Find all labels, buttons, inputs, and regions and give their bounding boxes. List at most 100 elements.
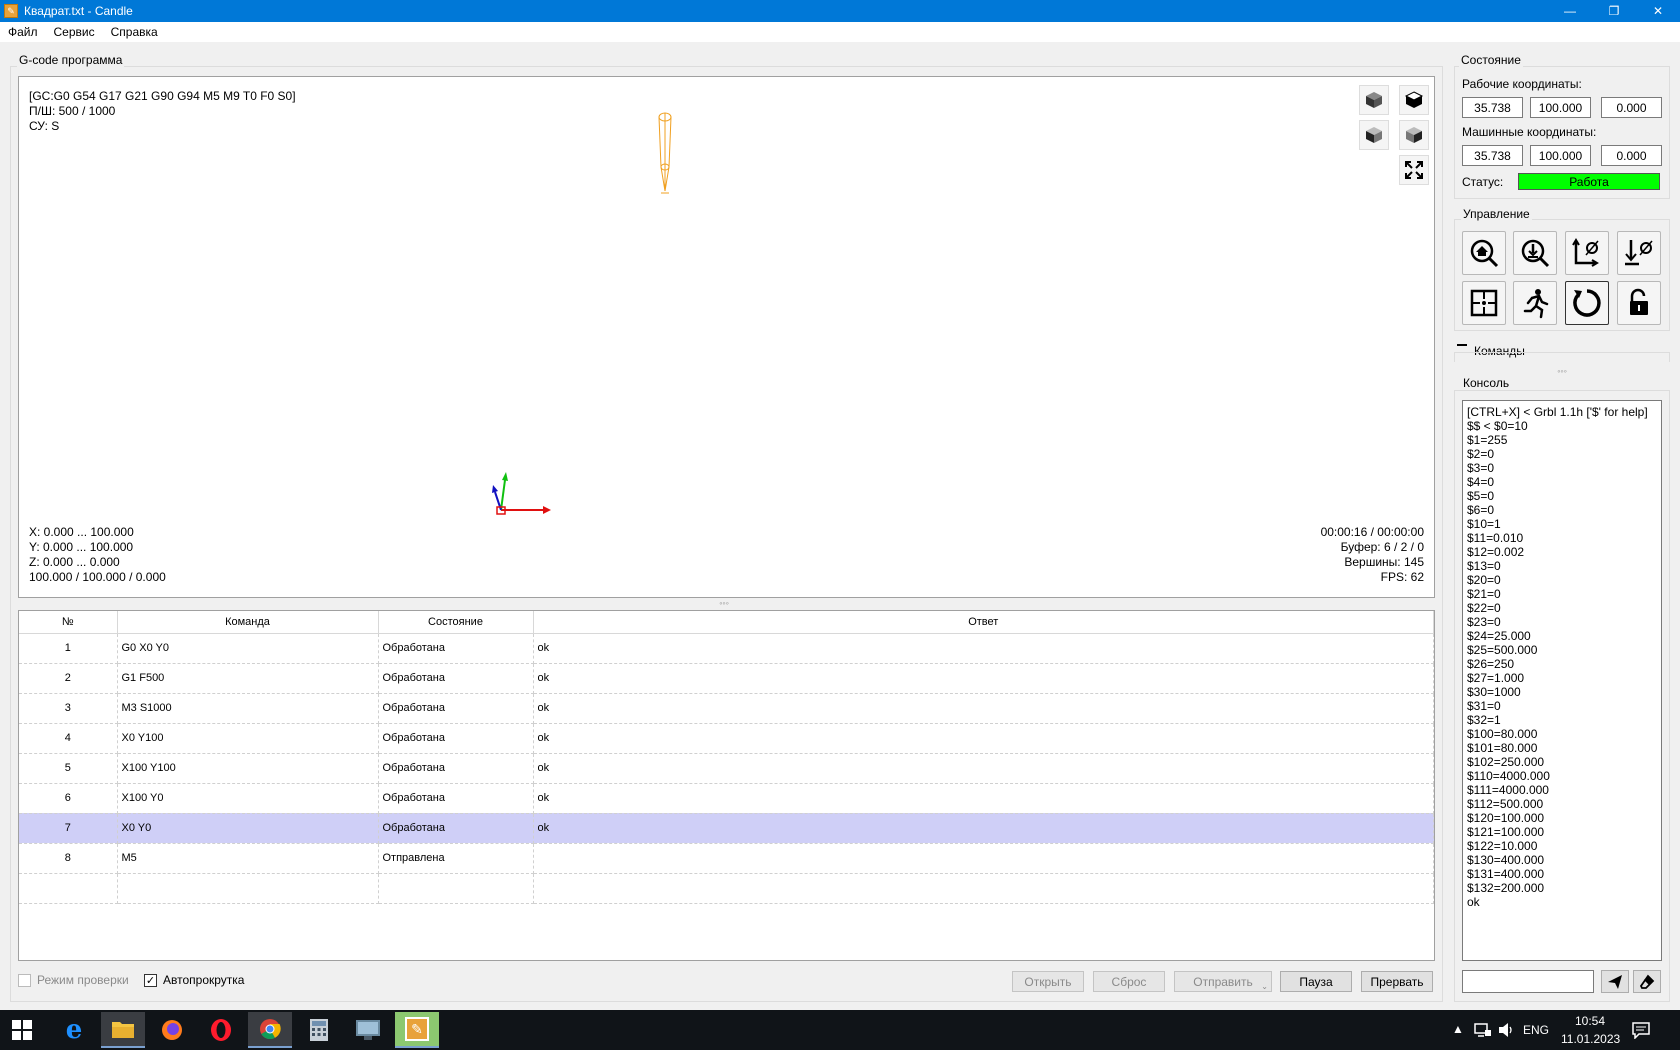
menu-help[interactable]: Справка — [103, 25, 166, 39]
console-line: $101=80.000 — [1467, 741, 1538, 755]
col-command[interactable]: Команда — [117, 611, 379, 634]
tray-overflow-icon[interactable]: ▲ — [1452, 1022, 1464, 1036]
network-icon[interactable] — [1474, 1022, 1492, 1038]
splitter-handle[interactable]: ◦◦◦ — [712, 598, 736, 608]
table-row[interactable]: 8 M5 Отправлена — [19, 843, 1434, 874]
status-label: Статус: — [1462, 175, 1504, 189]
autoscroll-checkbox[interactable]: ✓ Автопрокрутка — [144, 973, 244, 987]
row-command[interactable]: M5 — [117, 843, 379, 874]
unlock-icon — [1630, 288, 1648, 315]
home-button[interactable] — [1462, 231, 1506, 275]
right-splitter-handle[interactable]: ◦◦◦ — [1550, 366, 1574, 376]
menu-service[interactable]: Сервис — [46, 25, 103, 39]
row-number: 4 — [19, 723, 118, 754]
checkmark-icon[interactable]: ✓ — [144, 973, 157, 987]
check-mode-box[interactable] — [18, 973, 31, 987]
row-command[interactable]: G0 X0 Y0 — [117, 633, 379, 664]
open-button[interactable]: Открыть — [1012, 971, 1084, 992]
console-clear-button[interactable] — [1633, 970, 1661, 993]
restore-button[interactable]: ❐ — [1592, 0, 1636, 22]
table-row[interactable]: 3 M3 S1000 Обработана ok — [19, 693, 1434, 724]
taskbar-chrome[interactable] — [248, 1012, 292, 1048]
gcode-3d-viewport[interactable]: [GC:G0 G54 G17 G21 G90 G94 M5 M9 T0 F0 S… — [18, 76, 1435, 598]
row-number: 8 — [19, 843, 118, 874]
zero-xy-button[interactable] — [1565, 231, 1609, 275]
home-search-icon — [1470, 239, 1499, 268]
row-state: Обработана — [378, 813, 534, 844]
start-button[interactable] — [0, 1012, 44, 1048]
state-group-title: Состояние — [1459, 53, 1523, 67]
eraser-icon — [1639, 974, 1655, 989]
row-command[interactable]: M3 S1000 — [117, 693, 379, 724]
row-command[interactable]: X100 Y100 — [117, 753, 379, 784]
taskbar-screen-app[interactable] — [346, 1012, 390, 1048]
soft-reset-button[interactable] — [1565, 281, 1609, 325]
send-button[interactable]: Отправить ⌄ — [1174, 971, 1272, 992]
table-row-selected[interactable]: 7 X0 Y0 Обработана ok — [19, 813, 1434, 844]
buffer-info: Буфер: 6 / 2 / 0 — [1340, 540, 1424, 554]
col-state[interactable]: Состояние — [378, 611, 534, 634]
notifications-icon[interactable] — [1632, 1021, 1650, 1039]
console-line: ok — [1467, 895, 1480, 909]
zero-xy-icon — [1572, 238, 1599, 267]
probe-button[interactable] — [1513, 231, 1557, 275]
console-output[interactable]: [CTRL+X] < Grbl 1.1h ['$' for help] $$ < … — [1462, 400, 1662, 961]
view-isometric-button[interactable] — [1359, 85, 1389, 115]
unlock-button[interactable] — [1617, 281, 1661, 325]
taskbar-candle[interactable]: ✎ — [395, 1012, 439, 1048]
console-line: $111=4000.000 — [1467, 783, 1549, 797]
col-number[interactable]: № — [19, 611, 118, 634]
clock-time[interactable]: 10:54 — [1575, 1014, 1605, 1028]
taskbar-calculator[interactable] — [297, 1012, 341, 1048]
safe-position-button[interactable] — [1513, 281, 1557, 325]
commands-collapse-icon[interactable] — [1457, 344, 1467, 346]
console-line: $110=4000.000 — [1467, 769, 1550, 783]
pause-button[interactable]: Пауза — [1280, 971, 1352, 992]
view-left-button[interactable] — [1399, 120, 1429, 150]
view-top-button[interactable] — [1399, 85, 1429, 115]
gcode-table[interactable]: № Команда Состояние Ответ 1 G0 X0 Y0 Обр… — [18, 610, 1435, 961]
console-line: $3=0 — [1467, 461, 1495, 475]
zero-z-button[interactable] — [1617, 231, 1661, 275]
console-line: $22=0 — [1467, 601, 1501, 615]
col-response[interactable]: Ответ — [533, 611, 1434, 634]
machine-z-field: 0.000 — [1601, 145, 1662, 166]
minimize-button[interactable]: — — [1548, 0, 1592, 22]
row-response: ok — [533, 663, 1434, 694]
row-response: ok — [533, 753, 1434, 784]
table-row[interactable]: 4 X0 Y100 Обработана ok — [19, 723, 1434, 754]
volume-icon[interactable] — [1498, 1022, 1516, 1038]
table-row[interactable]: 5 X100 Y100 Обработана ok — [19, 753, 1434, 784]
console-line: $122=10.000 — [1467, 839, 1538, 853]
row-command[interactable]: X0 Y0 — [117, 813, 379, 844]
reset-button[interactable]: Сброс — [1093, 971, 1165, 992]
menu-file[interactable]: Файл — [0, 25, 46, 39]
row-command[interactable]: G1 F500 — [117, 663, 379, 694]
clock-date[interactable]: 11.01.2023 — [1561, 1032, 1620, 1046]
console-input[interactable] — [1462, 970, 1594, 993]
close-button[interactable]: ✕ — [1636, 0, 1680, 22]
taskbar-firefox[interactable] — [150, 1012, 194, 1048]
taskbar-ie[interactable]: e — [52, 1012, 96, 1048]
row-command[interactable] — [117, 873, 379, 904]
row-command[interactable]: X0 Y100 — [117, 723, 379, 754]
taskbar-opera[interactable] — [199, 1012, 243, 1048]
language-indicator[interactable]: ENG — [1523, 1023, 1549, 1037]
abort-button[interactable]: Прервать — [1361, 971, 1433, 992]
table-row-empty[interactable] — [19, 873, 1434, 904]
control-group-title: Управление — [1461, 207, 1532, 221]
restore-origin-button[interactable] — [1462, 281, 1506, 325]
row-command[interactable]: X100 Y0 — [117, 783, 379, 814]
table-row[interactable]: 1 G0 X0 Y0 Обработана ok — [19, 633, 1434, 664]
table-row[interactable]: 6 X100 Y0 Обработана ok — [19, 783, 1434, 814]
row-state: Обработана — [378, 723, 534, 754]
taskbar-explorer[interactable] — [101, 1012, 145, 1048]
console-send-button[interactable] — [1601, 970, 1629, 993]
table-row[interactable]: 2 G1 F500 Обработана ok — [19, 663, 1434, 694]
console-line: $25=500.000 — [1467, 643, 1538, 657]
fit-view-button[interactable] — [1399, 155, 1429, 185]
work-y-field: 100.000 — [1530, 97, 1591, 118]
check-mode-checkbox[interactable]: Режим проверки — [18, 973, 129, 987]
row-number — [19, 873, 118, 904]
view-front-button[interactable] — [1359, 120, 1389, 150]
